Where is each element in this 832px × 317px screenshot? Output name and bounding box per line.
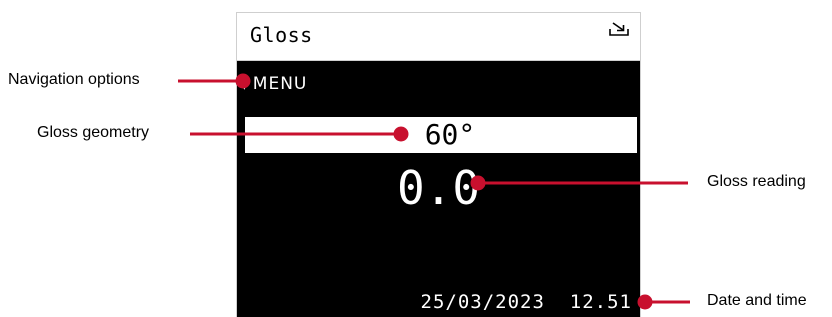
datetime-callout-dot <box>637 294 653 310</box>
callout-lines <box>178 73 690 310</box>
reading-callout-label: Gloss reading <box>707 173 806 190</box>
navigation-callout-label: Navigation options <box>8 71 140 88</box>
reading-callout-dot <box>470 175 486 191</box>
datetime-callout-label: Date and time <box>707 292 807 309</box>
geometry-callout-dot <box>393 126 409 142</box>
navigation-callout-dot <box>235 73 251 89</box>
geometry-callout-label: Gloss geometry <box>37 124 150 141</box>
